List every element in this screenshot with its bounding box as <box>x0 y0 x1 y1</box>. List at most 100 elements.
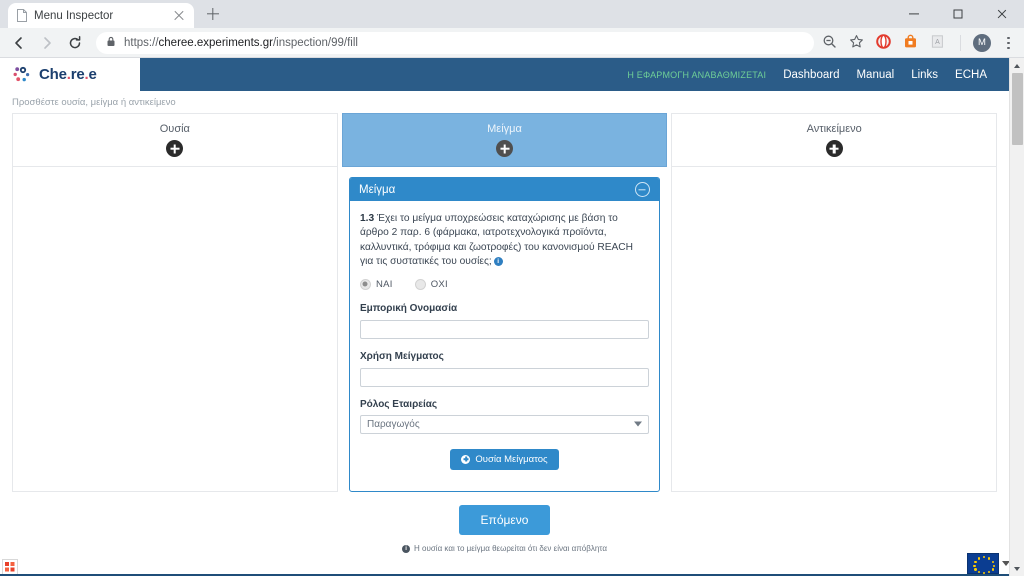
company-role-select-wrap: Παραγωγός <box>359 414 649 434</box>
tab-mixture-label: Μείγμα <box>487 123 522 135</box>
mixture-panel-header: Μείγμα <box>349 178 659 201</box>
browser-toolbar: https://cheree.experiments.gr/inspection… <box>0 28 1024 58</box>
tab-article[interactable]: Αντικείμενο <box>671 113 998 167</box>
radio-no-label: ΟΧΙ <box>430 278 448 290</box>
scroll-up-icon[interactable] <box>1009 58 1024 73</box>
chevron-down-icon[interactable] <box>633 421 642 427</box>
new-tab-button[interactable] <box>200 1 226 27</box>
company-role-value: Παραγωγός <box>366 418 420 430</box>
waste-disclaimer: i Η ουσία και το μείγμα θεωρείται ότι δε… <box>12 544 997 553</box>
app-tray-icon[interactable] <box>2 559 18 575</box>
star-icon[interactable] <box>849 34 867 52</box>
shopping-bag-icon[interactable] <box>903 34 921 52</box>
url-path: /inspection/99/fill <box>272 36 358 49</box>
kebab-menu-icon[interactable] <box>1000 34 1016 52</box>
nav-link-manual[interactable]: Manual <box>856 69 894 81</box>
app-nav: Η ΕΦΑΡΜΟΓΗ ΑΝΑΒΑΘΜΙΖΕΤΑΙ Dashboard Manua… <box>140 58 1009 91</box>
column-substance <box>12 167 339 492</box>
add-mixture-substance-label: Ουσία Μείγματος <box>475 453 548 465</box>
eu-flag-icon[interactable] <box>967 553 999 575</box>
radio-yes-label: ΝΑΙ <box>375 278 393 290</box>
close-icon[interactable] <box>980 0 1024 28</box>
web-page: Che.re.e Η ΕΦΑΡΜΟΓΗ ΑΝΑΒΑΘΜΙΖΕΤΑΙ Dashbo… <box>0 58 1024 576</box>
browser-window: Menu Inspector https://cheree.experiment… <box>0 0 1024 576</box>
molecule-icon <box>12 64 34 86</box>
column-mixture: Μείγμα 1.3 Έχει το μείγμα υποχρεώσεις κα… <box>342 167 666 492</box>
svg-text:A: A <box>935 39 940 46</box>
app-logo-text: Che.re.e <box>39 66 97 83</box>
pdf-icon[interactable]: A <box>930 34 948 52</box>
browser-tab-title: Menu Inspector <box>34 9 114 22</box>
logo-part-b: re <box>70 66 85 83</box>
info-icon[interactable]: i <box>493 257 503 267</box>
opera-icon[interactable] <box>876 33 894 52</box>
waste-disclaimer-text: Η ουσία και το μείγμα θεωρείται ότι δεν … <box>414 544 607 553</box>
url-host: cheree.experiments.gr <box>158 36 273 49</box>
breadcrumb-text: Προσθέστε ουσία, μείγμα ή αντικείμενο <box>12 96 176 108</box>
app-logo[interactable]: Che.re.e <box>0 58 140 91</box>
minimize-icon[interactable] <box>892 0 936 28</box>
add-substance-row: Ουσία Μείγματος <box>360 448 649 470</box>
app-upgrade-notice: Η ΕΦΑΡΜΟΓΗ ΑΝΑΒΑΘΜΙΖΕΤΑΙ <box>627 69 767 80</box>
entity-type-tabs: Ουσία Μείγμα Αντικείμενο <box>12 113 998 167</box>
tab-mixture[interactable]: Μείγμα <box>341 113 668 167</box>
system-tray <box>967 553 1010 575</box>
maximize-icon[interactable] <box>936 0 980 28</box>
add-mixture-substance-button[interactable]: Ουσία Μείγματος <box>450 448 559 470</box>
trade-name-input[interactable] <box>359 319 649 339</box>
plus-circle-icon[interactable] <box>496 140 513 157</box>
plus-circle-icon[interactable] <box>825 140 843 157</box>
info-icon: i <box>402 544 411 553</box>
mixture-panel: Μείγμα 1.3 Έχει το μείγμα υποχρεώσεις κα… <box>348 177 660 492</box>
next-button[interactable]: Επόμενο <box>458 505 551 535</box>
zoom-out-icon[interactable] <box>822 34 840 52</box>
app-header: Che.re.e Η ΕΦΑΡΜΟΓΗ ΑΝΑΒΑΘΜΙΖΕΤΑΙ Dashbo… <box>0 58 1009 91</box>
registration-question: 1.3 Έχει το μείγμα υποχρεώσεις καταχώρισ… <box>360 212 649 270</box>
tab-article-label: Αντικείμενο <box>806 123 862 135</box>
radio-option-yes[interactable]: ΝΑΙ <box>359 278 393 290</box>
radio-no-indicator[interactable] <box>414 278 426 290</box>
mixture-use-input[interactable] <box>359 367 649 387</box>
radio-option-no[interactable]: ΟΧΙ <box>414 278 448 290</box>
nav-link-dashboard[interactable]: Dashboard <box>783 69 839 81</box>
scrollbar-thumb[interactable] <box>1012 73 1023 145</box>
page-viewport: Che.re.e Η ΕΦΑΡΜΟΓΗ ΑΝΑΒΑΘΜΙΖΕΤΑΙ Dashbo… <box>0 58 1024 576</box>
mixture-panel-title: Μείγμα <box>358 183 396 196</box>
tab-substance-label: Ουσία <box>159 123 190 135</box>
tab-substance[interactable]: Ουσία <box>12 113 338 167</box>
logo-part-c: e <box>88 66 97 83</box>
mixture-use-label: Χρήση Μείγματος <box>359 350 444 362</box>
nav-link-echa[interactable]: ECHA <box>955 69 987 81</box>
plus-circle-icon[interactable] <box>166 140 184 157</box>
radio-yes-indicator[interactable] <box>359 278 371 290</box>
arrow-right-icon[interactable] <box>34 30 60 56</box>
scroll-down-icon[interactable] <box>1009 561 1024 576</box>
address-bar[interactable]: https://cheree.experiments.gr/inspection… <box>96 31 814 54</box>
company-role-label: Ρόλος Εταιρείας <box>359 398 438 410</box>
arrow-left-icon[interactable] <box>6 30 32 56</box>
minus-circle-icon[interactable] <box>634 182 650 197</box>
mixture-panel-body: 1.3 Έχει το μείγμα υποχρεώσεις καταχώρισ… <box>350 201 659 484</box>
company-role-select[interactable]: Παραγωγός <box>359 414 649 434</box>
page-icon <box>16 9 28 22</box>
logo-part-a: Che <box>39 66 67 83</box>
lock-icon <box>106 36 116 50</box>
address-bar-url: https://cheree.experiments.gr/inspection… <box>124 37 358 49</box>
plus-circle-icon <box>461 454 471 464</box>
url-scheme: https:// <box>124 36 159 49</box>
os-taskbar-overlay <box>0 553 1024 576</box>
toolbar-icons: A M <box>822 33 1018 52</box>
column-article <box>670 167 997 492</box>
toolbar-divider <box>960 34 961 51</box>
close-icon[interactable] <box>172 9 186 23</box>
trade-name-label: Εμπορική Ονομασία <box>359 302 458 314</box>
registration-radio-group: ΝΑΙ ΟΧΙ <box>359 278 649 290</box>
page-scrollbar[interactable] <box>1009 58 1024 576</box>
nav-link-links[interactable]: Links <box>911 69 938 81</box>
reload-icon[interactable] <box>62 30 88 56</box>
profile-avatar-icon[interactable]: M <box>973 33 991 52</box>
browser-tab-strip: Menu Inspector <box>0 0 1024 28</box>
breadcrumb: Προσθέστε ουσία, μείγμα ή αντικείμενο <box>0 91 1009 113</box>
browser-tab[interactable]: Menu Inspector <box>8 3 194 28</box>
entity-columns: Μείγμα 1.3 Έχει το μείγμα υποχρεώσεις κα… <box>12 167 997 492</box>
